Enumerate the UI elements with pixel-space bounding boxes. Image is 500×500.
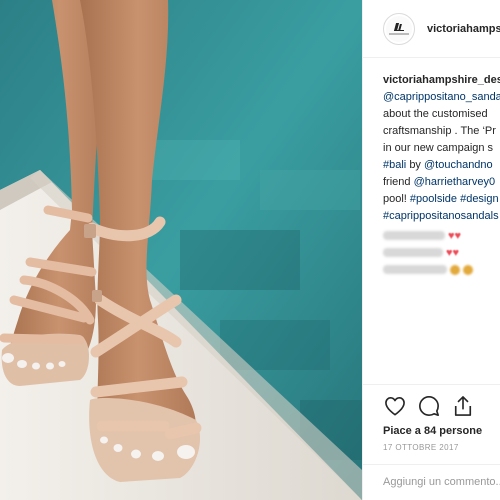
comment-row [383, 261, 500, 278]
heart-emoji-icon: ♥♥ [446, 246, 460, 259]
hashtag-bali[interactable]: #bali [383, 159, 406, 171]
post-header: victoriahampshire_design [363, 0, 500, 58]
caption-by: by [409, 159, 421, 171]
caption-line-3: craftsmanship . The ‘Pr [383, 125, 496, 137]
caption-mention-touch[interactable]: @touchandno [424, 159, 493, 171]
share-icon [454, 396, 472, 416]
caption-username[interactable]: victoriahampshire_design [383, 74, 500, 86]
caption-line-2: about the customised [383, 108, 488, 120]
comment-row: ♥♥ [383, 244, 500, 261]
like-button[interactable] [383, 394, 407, 418]
blurred-comment [383, 265, 447, 274]
comment-row: ♥♥ [383, 227, 500, 244]
add-comment-input[interactable]: Aggiungi un commento... [363, 464, 500, 500]
post-date: 17 OTTOBRE 2017 [383, 443, 459, 452]
caption-friend: friend [383, 176, 411, 188]
comment-button[interactable] [417, 394, 441, 418]
comments-list: ♥♥ ♥♥ [363, 225, 500, 278]
comment-icon [419, 396, 439, 416]
emoji-icon [463, 264, 473, 275]
caption-line-4: in our new campaign s [383, 142, 494, 154]
post-photo[interactable] [0, 0, 362, 500]
action-icons [383, 391, 500, 421]
avatar[interactable] [383, 12, 415, 45]
instagram-post: victoriahampshire_design victoriahampshi… [0, 0, 500, 500]
caption-pool: pool! [383, 193, 407, 205]
sandals-photo [0, 0, 362, 500]
hashtag-caprippositanosandals[interactable]: #caprippositanosandals [383, 210, 499, 222]
blurred-comment [383, 231, 445, 240]
caption-mention-harriet[interactable]: @harrietharvey0 [414, 176, 495, 188]
caption-mention-sandals[interactable]: @caprippositano_sandals [383, 91, 500, 103]
post-actions: Piace a 84 persone 17 OTTOBRE 2017 [363, 384, 500, 452]
post-caption: victoriahampshire_design @caprippositano… [363, 58, 500, 225]
blurred-comment [383, 248, 443, 257]
heart-icon [385, 397, 405, 416]
likes-count[interactable]: Piace a 84 persone [383, 425, 500, 437]
hashtag-design[interactable]: #design [460, 193, 499, 205]
hashtag-poolside[interactable]: #poolside [410, 193, 457, 205]
emoji-icon [450, 264, 460, 275]
header-username[interactable]: victoriahampshire_design [427, 23, 500, 35]
logo-icon [386, 15, 412, 42]
share-button[interactable] [451, 394, 475, 418]
heart-emoji-icon: ♥♥ [448, 229, 462, 242]
post-sidebar: victoriahampshire_design victoriahampshi… [362, 0, 500, 500]
